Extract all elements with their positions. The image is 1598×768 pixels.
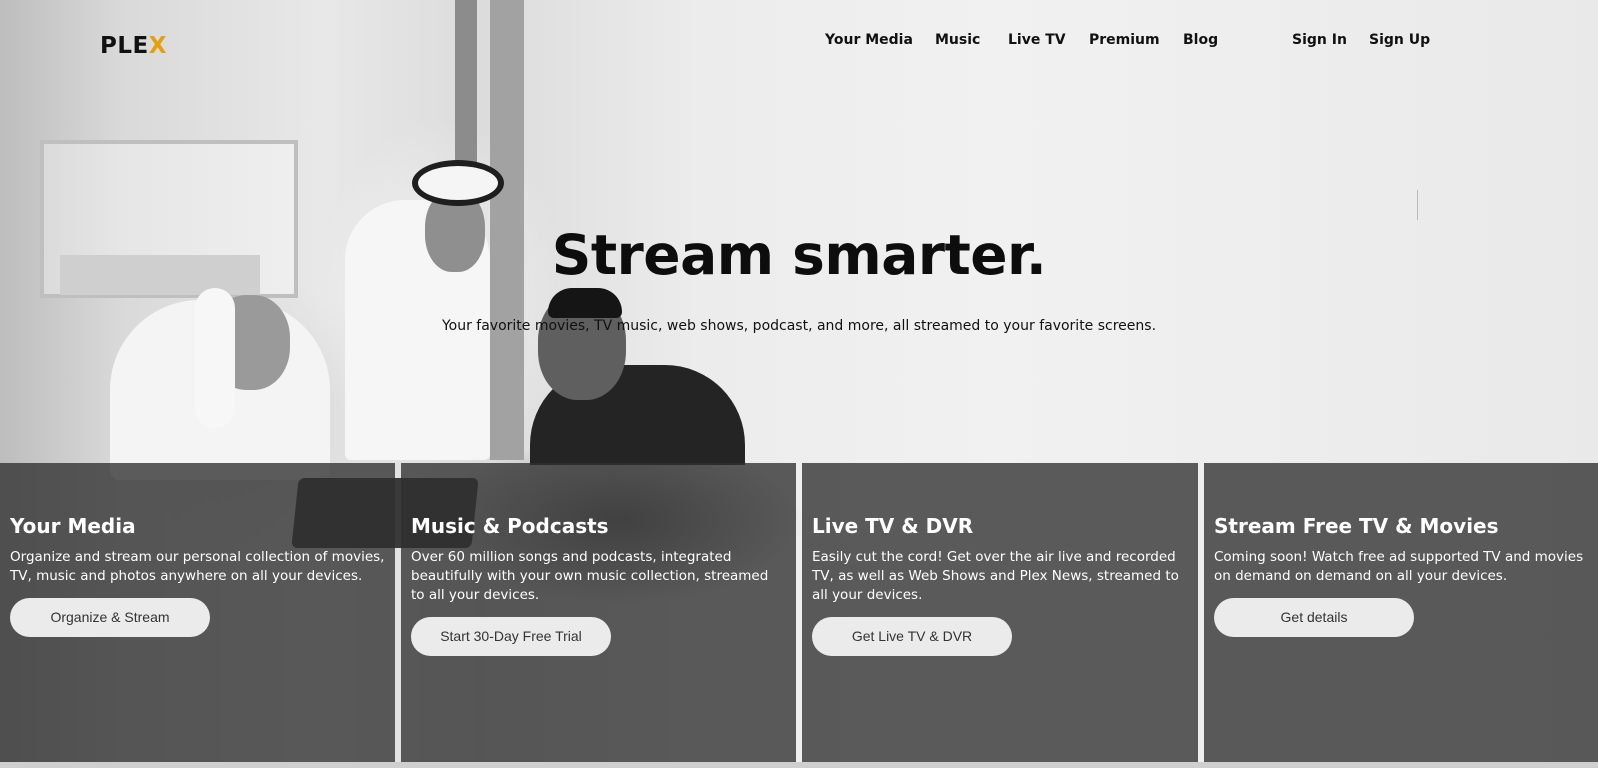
- nav-blog[interactable]: Blog: [1183, 30, 1218, 50]
- feature-cards: Your Media Organize and stream our perso…: [0, 463, 1598, 763]
- card-free-tv-movies: Stream Free TV & Movies Coming soon! Wat…: [1204, 463, 1598, 762]
- free-trial-button[interactable]: Start 30-Day Free Trial: [411, 617, 611, 656]
- card-music-podcasts: Music & Podcasts Over 60 million songs a…: [401, 463, 796, 762]
- bottom-edge: [0, 762, 1598, 768]
- nav-music[interactable]: Music: [935, 30, 980, 50]
- get-live-tv-button[interactable]: Get Live TV & DVR: [812, 617, 1012, 656]
- nav-premium[interactable]: Premium: [1089, 30, 1160, 50]
- person-seated-headcloth: [195, 288, 235, 428]
- card-title: Stream Free TV & Movies: [1214, 514, 1499, 538]
- hero-subtitle: Your favorite movies, TV music, web show…: [441, 318, 1157, 334]
- card-description: Organize and stream our personal collect…: [10, 549, 385, 584]
- card-title: Your Media: [10, 514, 136, 538]
- logo-text: PLE: [100, 33, 149, 59]
- nav-live-tv[interactable]: Live TV: [1008, 30, 1066, 50]
- person-suit-hair: [548, 288, 622, 318]
- card-description: Easily cut the cord! Get over the air li…: [812, 549, 1179, 603]
- organize-stream-button[interactable]: Organize & Stream: [10, 598, 210, 637]
- get-details-button[interactable]: Get details: [1214, 598, 1414, 637]
- plex-logo[interactable]: PLEX: [100, 33, 167, 59]
- logo-accent: X: [148, 33, 167, 59]
- card-description: Coming soon! Watch free ad supported TV …: [1214, 549, 1584, 584]
- card-title: Music & Podcasts: [411, 514, 609, 538]
- person-standing-agal: [412, 160, 504, 206]
- card-live-tv-dvr: Live TV & DVR Easily cut the cord! Get o…: [802, 463, 1198, 762]
- divider: [1417, 190, 1418, 220]
- nav-your-media[interactable]: Your Media: [825, 30, 913, 50]
- sign-up-link[interactable]: Sign Up: [1369, 30, 1430, 50]
- card-title: Live TV & DVR: [812, 514, 974, 538]
- sign-in-link[interactable]: Sign In: [1292, 30, 1347, 50]
- card-your-media: Your Media Organize and stream our perso…: [0, 463, 395, 762]
- card-description: Over 60 million songs and podcasts, inte…: [411, 549, 769, 603]
- hero-title: Stream smarter.: [551, 223, 1047, 287]
